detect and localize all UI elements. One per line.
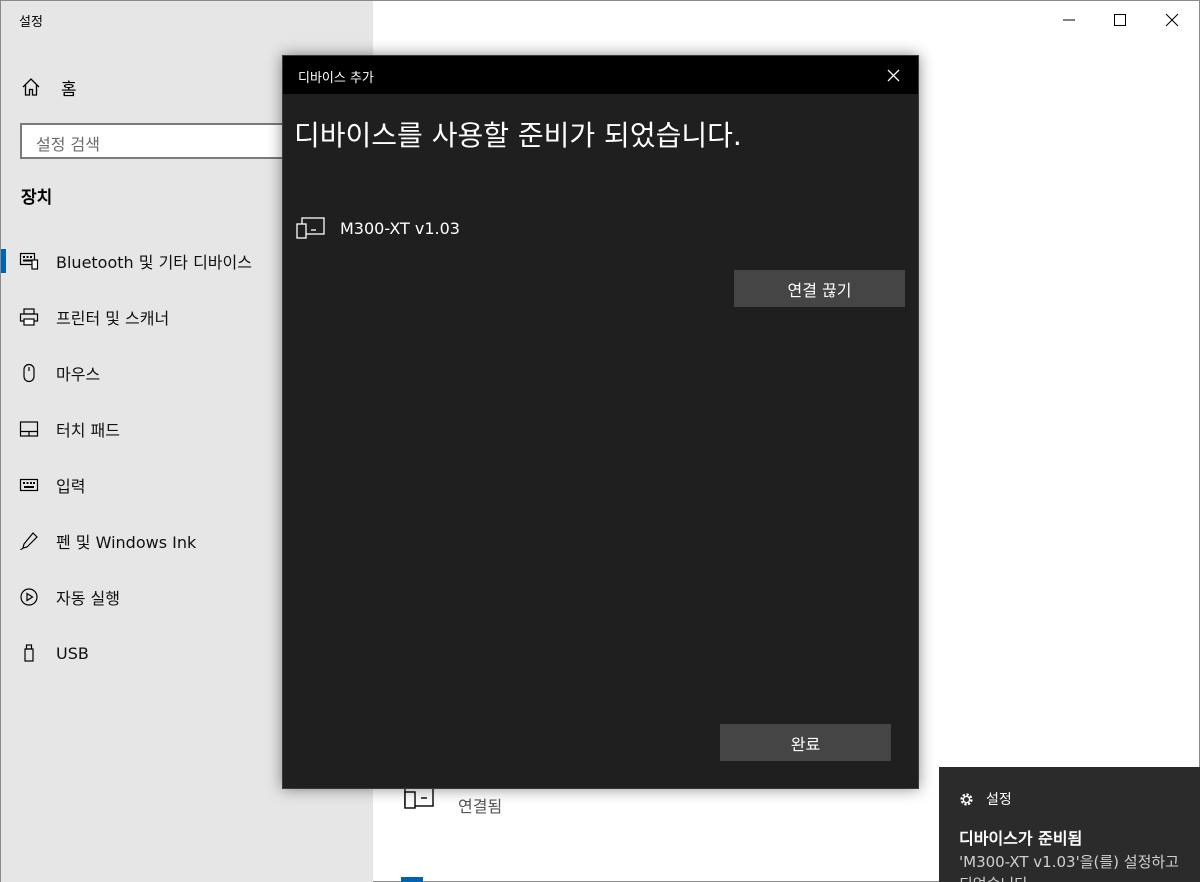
section-title: 장치 bbox=[21, 188, 53, 208]
add-device-dialog: 디바이스 추가 디바이스를 사용할 준비가 되었습니다. M300-XT v1.… bbox=[282, 55, 919, 789]
dialog-close-button[interactable] bbox=[884, 66, 902, 84]
autoplay-icon bbox=[19, 587, 39, 607]
device-entry: M300-XT v1.03 bbox=[296, 216, 460, 240]
sidebar-item-label: 터치 패드 bbox=[56, 421, 120, 440]
toast-title: 디바이스가 준비됨 bbox=[959, 829, 1083, 848]
sidebar-item-label: Bluetooth 및 기타 디바이스 bbox=[56, 253, 252, 272]
sidebar-item-label: USB bbox=[56, 643, 89, 663]
usb-icon bbox=[19, 643, 39, 663]
sidebar-item-label: 마우스 bbox=[56, 365, 101, 384]
toast-app-header: 설정 bbox=[959, 789, 1012, 809]
pen-icon bbox=[19, 531, 39, 551]
search-input[interactable]: 설정 검색 bbox=[20, 123, 320, 159]
sidebar-item-label: 자동 실행 bbox=[56, 589, 120, 608]
background-device-item[interactable]: 연결됨 bbox=[404, 783, 564, 823]
settings-window: 설정 홈 설정 검색 장치 Bluetooth 및 기타 디바이스 프린터 및 … bbox=[0, 0, 1200, 882]
maximize-icon bbox=[1114, 14, 1126, 26]
device-name: M300-XT v1.03 bbox=[340, 218, 460, 238]
mouse-icon bbox=[19, 363, 39, 383]
close-button[interactable] bbox=[1161, 9, 1183, 31]
sidebar-item-label: 프린터 및 스캐너 bbox=[56, 309, 170, 328]
device-status: 연결됨 bbox=[458, 797, 503, 816]
maximize-button[interactable] bbox=[1109, 9, 1131, 31]
sidebar-item-label: 펜 및 Windows Ink bbox=[56, 533, 197, 552]
background-accent-bar bbox=[401, 877, 423, 882]
toast-body: 'M300-XT v1.03'을(를) 설정하고 되었습니다 bbox=[959, 851, 1200, 882]
window-title: 설정 bbox=[19, 15, 43, 30]
close-icon bbox=[1165, 13, 1179, 27]
minimize-icon bbox=[1063, 19, 1075, 21]
keyboard-icon bbox=[19, 475, 39, 495]
dialog-titlebar: 디바이스 추가 bbox=[283, 56, 918, 94]
toast-body-line: 되었습니다 bbox=[959, 873, 1200, 882]
bluetooth-devices-icon bbox=[19, 251, 39, 271]
notification-toast[interactable]: 설정 디바이스가 준비됨 'M300-XT v1.03'을(를) 설정하고 되었… bbox=[939, 767, 1200, 882]
gear-icon bbox=[960, 792, 973, 806]
close-icon bbox=[887, 69, 899, 81]
touchpad-icon bbox=[19, 419, 39, 439]
home-icon bbox=[22, 78, 40, 96]
sidebar-item-home[interactable]: 홈 bbox=[21, 73, 77, 101]
sidebar-item-label: 입력 bbox=[56, 477, 86, 496]
dialog-title: 디바이스 추가 bbox=[298, 71, 374, 86]
printer-icon bbox=[19, 307, 39, 327]
toast-app-name: 설정 bbox=[986, 792, 1012, 808]
dialog-heading: 디바이스를 사용할 준비가 되었습니다. bbox=[294, 119, 742, 152]
minimize-button[interactable] bbox=[1058, 9, 1080, 31]
device-icon bbox=[296, 217, 325, 239]
toast-body-line: 'M300-XT v1.03'을(를) 설정하고 bbox=[959, 853, 1179, 871]
search-placeholder: 설정 검색 bbox=[36, 135, 100, 154]
home-label: 홈 bbox=[61, 79, 77, 100]
disconnect-button[interactable]: 연결 끊기 bbox=[734, 270, 905, 307]
done-button[interactable]: 완료 bbox=[720, 724, 891, 761]
